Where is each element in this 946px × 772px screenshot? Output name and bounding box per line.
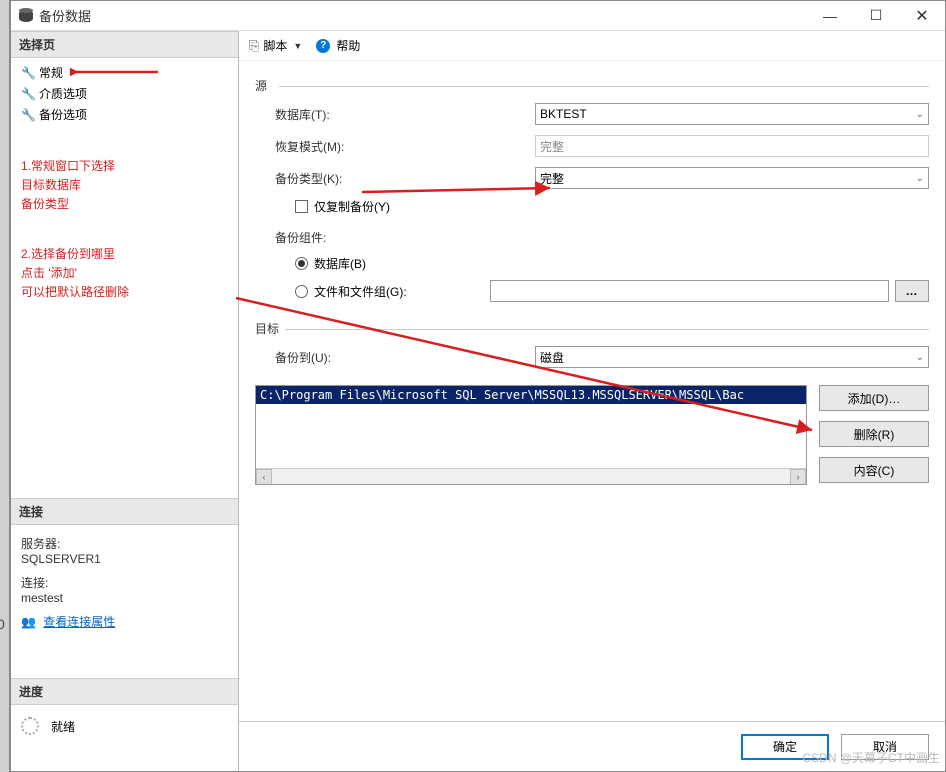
radio-database-label: 数据库(B) xyxy=(314,255,366,272)
main-panel: ⎘ 脚本 ▼ ? 帮助 源 数据库(T): BKTEST⌄ 恢复模式 xyxy=(239,31,945,771)
people-icon: 👥 xyxy=(21,615,36,629)
script-icon: ⎘ xyxy=(249,38,259,54)
maximize-button[interactable]: ☐ xyxy=(853,1,899,31)
backup-to-label: 备份到(U): xyxy=(275,349,535,366)
close-button[interactable]: ✕ xyxy=(899,1,945,31)
wrench-icon: 🔧 xyxy=(21,108,35,122)
destination-path[interactable]: C:\Program Files\Microsoft SQL Server\MS… xyxy=(256,386,806,404)
radio-files-label: 文件和文件组(G): xyxy=(314,283,484,300)
window-title: 备份数据 xyxy=(39,6,807,25)
contents-button[interactable]: 内容(C) xyxy=(819,457,929,483)
connection-info: 服务器: SQLSERVER1 连接: mestest 👥 查看连接属性 xyxy=(11,525,238,638)
server-label: 服务器: xyxy=(21,535,228,552)
browse-files-button[interactable]: … xyxy=(895,280,929,302)
backup-to-select[interactable]: 磁盘⌄ xyxy=(535,346,929,368)
recovery-value: 完整 xyxy=(535,135,929,157)
annotation-1: 1.常规窗口下选择 目标数据库 备份类型 xyxy=(11,149,238,223)
dest-legend: 目标 xyxy=(255,320,929,337)
copy-only-checkbox[interactable]: 仅复制备份(Y) xyxy=(255,194,929,219)
minimize-button[interactable]: — xyxy=(807,1,853,31)
radio-icon xyxy=(295,257,308,270)
spinner-icon xyxy=(21,717,39,735)
database-icon xyxy=(19,10,33,22)
backup-type-label: 备份类型(K): xyxy=(275,170,535,187)
radio-icon xyxy=(295,285,308,298)
page-item-media[interactable]: 🔧 介质选项 xyxy=(11,83,238,104)
view-connection-link[interactable]: 👥 查看连接属性 xyxy=(21,613,228,630)
page-label: 常规 xyxy=(39,64,63,81)
section-progress-header: 进度 xyxy=(11,678,238,705)
watermark: CSDN @天幕子CT中画生 xyxy=(802,749,940,766)
conn-label: 连接: xyxy=(21,574,228,591)
chevron-down-icon: ⌄ xyxy=(916,109,924,120)
conn-value: mestest xyxy=(21,591,228,605)
recovery-label: 恢复模式(M): xyxy=(275,138,535,155)
section-connection-header: 连接 xyxy=(11,498,238,525)
progress-text: 就绪 xyxy=(51,718,75,735)
copy-only-label: 仅复制备份(Y) xyxy=(314,198,390,215)
files-textfield[interactable] xyxy=(490,280,889,302)
database-select[interactable]: BKTEST⌄ xyxy=(535,103,929,125)
section-pages-header: 选择页 xyxy=(11,31,238,58)
page-label: 备份选项 xyxy=(39,106,87,123)
titlebar[interactable]: 备份数据 — ☐ ✕ xyxy=(11,1,945,31)
chevron-down-icon: ⌄ xyxy=(916,352,924,363)
wrench-icon: 🔧 xyxy=(21,87,35,101)
dialog-window: 备份数据 — ☐ ✕ 选择页 🔧 常规 🔧 介质选项 🔧 备份选项 xyxy=(10,0,946,772)
sidebar: 选择页 🔧 常规 🔧 介质选项 🔧 备份选项 1.常规窗口下选择 目标数据库 xyxy=(11,31,239,771)
chevron-down-icon: ⌄ xyxy=(916,173,924,184)
server-value: SQLSERVER1 xyxy=(21,552,228,566)
radio-files[interactable]: 文件和文件组(G): … xyxy=(255,276,929,306)
page-list: 🔧 常规 🔧 介质选项 🔧 备份选项 xyxy=(11,58,238,129)
script-dropdown[interactable]: ▼ xyxy=(293,41,302,51)
progress-status: 就绪 xyxy=(11,705,238,747)
source-legend: 源 xyxy=(255,77,929,94)
component-label: 备份组件: xyxy=(275,229,535,246)
scroll-right-button[interactable]: › xyxy=(790,469,806,485)
help-button[interactable]: 帮助 xyxy=(336,37,360,54)
scroll-left-button[interactable]: ‹ xyxy=(256,469,272,485)
help-icon: ? xyxy=(316,39,330,53)
radio-database[interactable]: 数据库(B) xyxy=(255,251,929,276)
horizontal-scrollbar[interactable]: ‹ › xyxy=(256,468,806,484)
backup-type-select[interactable]: 完整⌄ xyxy=(535,167,929,189)
script-button[interactable]: 脚本 xyxy=(263,37,287,54)
checkbox-icon xyxy=(295,200,308,213)
annotation-2: 2.选择备份到哪里 点击 '添加' 可以把默认路径删除 xyxy=(11,237,238,311)
background-window-edge: 0 xyxy=(0,0,10,772)
page-label: 介质选项 xyxy=(39,85,87,102)
add-button[interactable]: 添加(D)… xyxy=(819,385,929,411)
page-item-general[interactable]: 🔧 常规 xyxy=(11,62,238,83)
toolbar: ⎘ 脚本 ▼ ? 帮助 xyxy=(239,31,945,61)
database-label: 数据库(T): xyxy=(275,106,535,123)
page-item-options[interactable]: 🔧 备份选项 xyxy=(11,104,238,125)
remove-button[interactable]: 删除(R) xyxy=(819,421,929,447)
wrench-icon: 🔧 xyxy=(21,66,35,80)
destination-listbox[interactable]: C:\Program Files\Microsoft SQL Server\MS… xyxy=(255,385,807,485)
content-area: 源 数据库(T): BKTEST⌄ 恢复模式(M): 完整 xyxy=(239,61,945,721)
